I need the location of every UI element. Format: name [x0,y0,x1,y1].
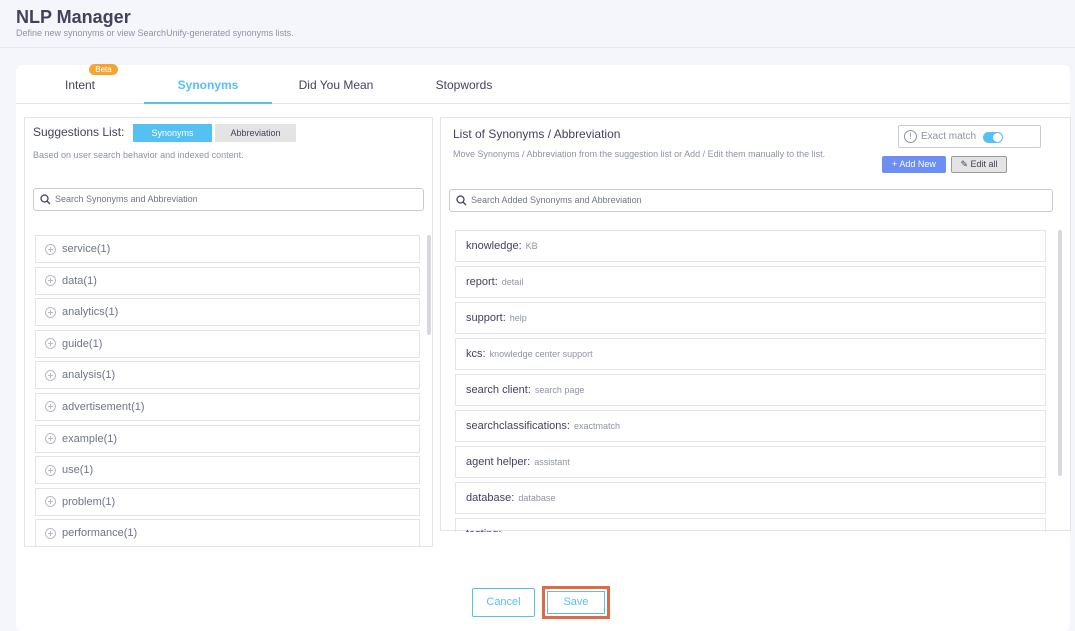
beta-badge: Beta [89,64,118,75]
suggestion-item[interactable]: advertisement(1) [35,392,420,421]
synonyms-scrollbar[interactable] [1058,230,1062,476]
save-button-highlight: Save [542,586,610,619]
add-circle-icon[interactable] [45,369,56,381]
add-circle-icon[interactable] [45,496,56,508]
exact-match-toggle[interactable] [983,132,1003,143]
synonym-row[interactable]: search client: search page [455,374,1046,406]
synonym-key: agent helper: [466,456,531,468]
suggestions-panel: Suggestions List: Synonyms Abbreviation … [24,117,433,548]
suggestions-search-input[interactable]: Search Synonyms and Abbreviation [33,188,424,211]
tab-did-you-mean[interactable]: Did You Mean [272,65,400,104]
synonym-key: database: [466,492,515,504]
synonym-key: knowledge: [466,240,522,252]
synonym-row[interactable]: database: database [455,482,1046,514]
suggestion-item[interactable]: data(1) [35,266,420,295]
synonyms-panel: List of Synonyms / Abbreviation Move Syn… [440,117,1071,532]
page-header: NLP Manager Define new synonyms or view … [0,0,1075,48]
synonym-value: knowledge center support [489,349,593,359]
search-icon [40,194,51,205]
synonym-key: testing: [466,528,501,532]
suggestion-item[interactable]: analysis(1) [35,361,420,390]
suggestions-list: service(1) data(1) analytics(1) guide(1)… [35,235,420,551]
synonym-value: database [518,493,556,503]
synonym-key: searchclassifications: [466,420,570,432]
synonym-row[interactable]: report: detail [455,266,1046,298]
synonym-value: KB [525,241,538,251]
suggestions-search-placeholder: Search Synonyms and Abbreviation [55,194,198,204]
synonyms-search-placeholder: Search Added Synonyms and Abbreviation [471,195,642,205]
suggestion-label: problem(1) [62,495,116,508]
synonym-row[interactable]: agent helper: assistant [455,446,1046,478]
exact-match-label: Exact match [921,131,977,142]
suggestion-item[interactable]: analytics(1) [35,298,420,327]
synonyms-title: List of Synonyms / Abbreviation [453,127,621,141]
synonym-value: detail [501,277,524,287]
suggestion-item[interactable]: service(1) [35,235,420,263]
nlp-card: Intent Beta Synonyms Did You Mean Stopwo… [16,64,1071,631]
tab-intent-label: Intent [64,78,96,92]
tab-synonyms[interactable]: Synonyms [144,65,272,104]
synonym-key: search client: [466,384,531,396]
tab-bar: Intent Beta Synonyms Did You Mean Stopwo… [16,64,1070,104]
suggestion-label: data(1) [62,274,97,287]
suggestion-item[interactable]: performance(1) [35,519,420,548]
suggestion-label: analytics(1) [62,306,119,319]
add-circle-icon[interactable] [45,527,56,539]
add-circle-icon[interactable] [45,306,56,318]
synonym-row[interactable]: testing: [455,518,1046,532]
suggestion-label: guide(1) [62,337,103,350]
pencil-icon: ✎ [960,159,968,169]
suggestion-item[interactable]: use(1) [35,456,420,485]
suggestion-item[interactable]: example(1) [35,424,420,453]
synonyms-toggle-button[interactable]: Synonyms [133,124,212,142]
synonym-key: support: [466,312,506,324]
synonym-value: exactmatch [573,421,620,431]
add-new-button[interactable]: + Add New [882,156,946,173]
add-circle-icon[interactable] [45,464,56,476]
abbreviation-toggle-button[interactable]: Abbreviation [215,124,296,142]
save-button[interactable]: Save [547,591,605,614]
synonym-key: report: [466,276,498,288]
edit-all-label: Edit all [970,159,998,169]
synonym-value: search page [534,385,585,395]
suggestion-label: use(1) [62,464,94,477]
suggestion-label: analysis(1) [62,369,116,382]
synonym-row[interactable]: support: help [455,302,1046,334]
suggestions-label: Suggestions List: [33,125,125,139]
synonym-value: help [509,313,527,323]
tab-intent[interactable]: Intent Beta [16,64,144,104]
synonyms-search-input[interactable]: Search Added Synonyms and Abbreviation [449,189,1053,212]
synonym-row[interactable]: knowledge: KB [455,230,1046,262]
synonym-value: assistant [534,457,570,467]
synonyms-list: knowledge: KB report: detail support: help … [455,230,1046,532]
suggestions-hint: Based on user search behavior and indexe… [33,150,244,160]
synonym-key: kcs: [466,348,486,360]
tab-stopwords[interactable]: Stopwords [400,65,528,104]
info-icon: ! [904,130,917,143]
edit-all-button[interactable]: ✎ Edit all [951,156,1007,173]
add-circle-icon[interactable] [45,433,56,445]
page-title: NLP Manager [16,7,131,27]
suggestion-label: example(1) [62,432,118,445]
suggestion-label: advertisement(1) [62,400,145,413]
add-circle-icon[interactable] [45,338,56,350]
search-icon [456,195,467,206]
synonym-row[interactable]: searchclassifications: exactmatch [455,410,1046,442]
suggestion-item[interactable]: guide(1) [35,329,420,358]
exact-match-box: ! Exact match [898,125,1041,148]
synonyms-hint: Move Synonyms / Abbreviation from the su… [453,149,826,159]
page-subtitle: Define new synonyms or view SearchUnify-… [16,28,294,38]
synonym-row[interactable]: kcs: knowledge center support [455,338,1046,370]
suggestions-scrollbar[interactable] [427,235,431,335]
add-circle-icon[interactable] [45,401,56,413]
suggestion-label: performance(1) [62,527,138,540]
suggestion-label: service(1) [62,243,111,255]
add-circle-icon[interactable] [45,275,56,287]
suggestion-item[interactable]: problem(1) [35,487,420,516]
cancel-button[interactable]: Cancel [472,588,535,617]
add-circle-icon[interactable] [45,243,56,255]
